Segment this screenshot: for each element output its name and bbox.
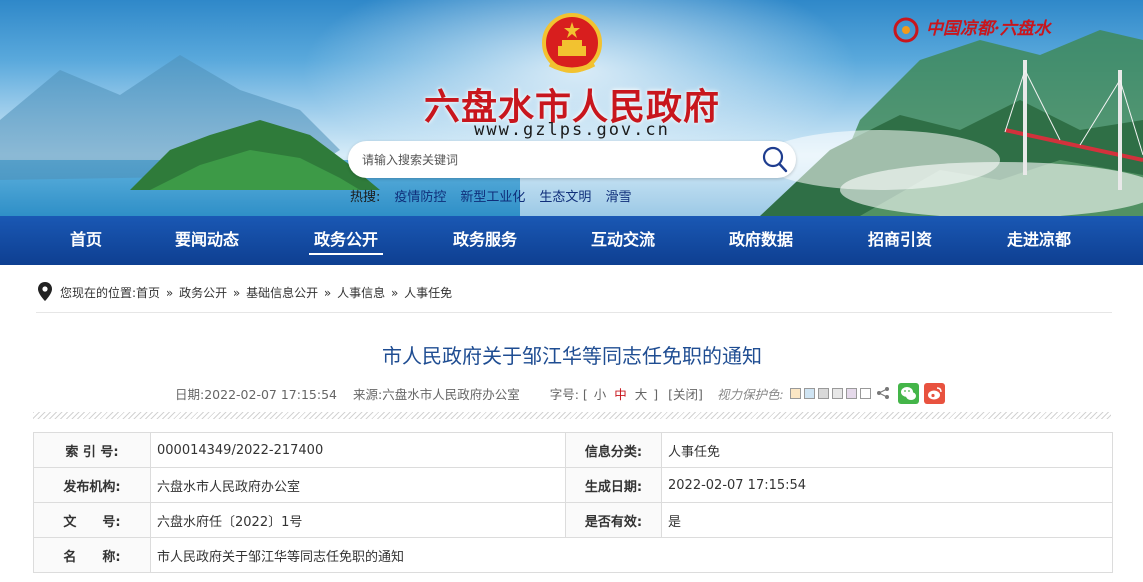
wechat-share-icon[interactable] [897, 382, 919, 404]
breadcrumb-link[interactable]: 首页 [136, 286, 160, 300]
hot-search-item[interactable]: 生态文明 [539, 186, 591, 206]
field-label: 是否有效: [565, 502, 662, 538]
eye-care-swatch[interactable] [789, 387, 801, 399]
breadcrumb-separator: » [390, 286, 399, 300]
font-size-large-button[interactable]: 大 [635, 387, 648, 402]
breadcrumb-link[interactable]: 政务公开 [179, 286, 227, 300]
nav-item-interaction[interactable]: 互动交流 [586, 216, 660, 265]
divider [33, 412, 1111, 419]
article-meta: 日期:2022-02-07 17:15:54 来源:六盘水市人民政府办公室 字号… [175, 382, 945, 404]
eye-care-label: 视力保护色: [716, 386, 784, 402]
breadcrumb-link[interactable]: 人事任免 [404, 286, 452, 300]
eye-care-swatch[interactable] [803, 387, 815, 399]
nav-item-news[interactable]: 要闻动态 [170, 216, 244, 265]
weibo-share-icon[interactable] [923, 382, 945, 404]
close-page-button[interactable]: [关闭] [668, 384, 703, 403]
eye-care-swatches [789, 387, 874, 399]
table-row: 名 称: 市人民政府关于邹江华等同志任免职的通知 [33, 537, 1113, 573]
location-pin-icon [38, 282, 52, 301]
table-row: 文 号: 六盘水府任〔2022〕1号 是否有效: 是 [33, 502, 1113, 538]
search-box [348, 141, 796, 178]
breadcrumb-link[interactable]: 人事信息 [337, 286, 385, 300]
font-size-medium-button[interactable]: 中 [614, 387, 627, 402]
nav-item-home[interactable]: 首页 [66, 216, 106, 265]
field-label: 文 号: [33, 502, 151, 538]
breadcrumb: 您现在的位置:首页 » 政务公开 » 基础信息公开 » 人事信息 » 人事任免 [36, 279, 1112, 313]
breadcrumb-prefix: 您现在的位置: [60, 286, 137, 300]
field-value: 六盘水府任〔2022〕1号 [150, 502, 566, 538]
main-nav: 首页 要闻动态 政务公开 政务服务 互动交流 政府数据 招商引资 走进凉都 [0, 216, 1143, 265]
share-icon[interactable] [876, 386, 890, 400]
field-label: 信息分类: [565, 432, 662, 468]
brand-slogan: 中国凉都·六盘水 [926, 19, 1051, 39]
search-input[interactable] [362, 141, 752, 178]
font-size-bracket: [ [582, 386, 588, 402]
breadcrumb-separator: » [323, 286, 332, 300]
publish-date: 日期:2022-02-07 17:15:54 [175, 386, 337, 402]
field-value: 市人民政府关于邹江华等同志任免职的通知 [150, 537, 1113, 573]
hot-search-item[interactable]: 新型工业化 [460, 186, 525, 206]
field-value: 人事任免 [661, 432, 1113, 468]
field-value: 2022-02-07 17:15:54 [661, 467, 1113, 503]
breadcrumb-separator: » [232, 286, 241, 300]
eye-care-swatch[interactable] [859, 387, 871, 399]
national-emblem-icon [542, 13, 602, 73]
breadcrumb-trail: 您现在的位置:首页 » 政务公开 » 基础信息公开 » 人事信息 » 人事任免 [60, 284, 452, 301]
breadcrumb-separator: » [165, 286, 174, 300]
field-label: 名 称: [33, 537, 151, 573]
font-size-bracket: ] [653, 386, 659, 402]
site-url: www.gzlps.gov.cn [474, 120, 670, 140]
hot-search-item[interactable]: 滑雪 [605, 186, 631, 206]
nav-item-gov-data[interactable]: 政府数据 [724, 216, 798, 265]
breadcrumb-link[interactable]: 基础信息公开 [246, 286, 318, 300]
table-row: 发布机构: 六盘水市人民政府办公室 生成日期: 2022-02-07 17:15… [33, 467, 1113, 503]
eye-care-swatch[interactable] [831, 387, 843, 399]
field-label: 索 引 号: [33, 432, 151, 468]
font-size-control: 字号: [ 小 中 大 ] [550, 384, 658, 403]
field-value: 000014349/2022-217400 [150, 432, 566, 468]
font-size-small-button[interactable]: 小 [594, 387, 607, 402]
field-value: 六盘水市人民政府办公室 [150, 467, 566, 503]
field-label: 生成日期: [565, 467, 662, 503]
nav-item-about-city[interactable]: 走进凉都 [1002, 216, 1076, 265]
search-icon[interactable] [760, 143, 790, 175]
field-value: 是 [661, 502, 1113, 538]
article-title: 市人民政府关于邹江华等同志任免职的通知 [382, 344, 762, 368]
article-source: 来源:六盘水市人民政府办公室 [352, 386, 520, 402]
nav-item-investment[interactable]: 招商引资 [863, 216, 937, 265]
table-row: 索 引 号: 000014349/2022-217400 信息分类: 人事任免 [33, 432, 1113, 468]
nav-item-gov-services[interactable]: 政务服务 [448, 216, 522, 265]
nav-item-gov-affairs-open[interactable]: 政务公开 [309, 216, 383, 265]
eye-care-swatch[interactable] [817, 387, 829, 399]
hot-search-item[interactable]: 疫情防控 [394, 186, 446, 206]
hot-search: 热搜: 疫情防控 新型工业化 生态文明 滑雪 [350, 186, 631, 206]
hot-search-label: 热搜: [350, 190, 381, 205]
document-info-table: 索 引 号: 000014349/2022-217400 信息分类: 人事任免 … [33, 432, 1113, 573]
field-label: 发布机构: [33, 467, 151, 503]
eye-care-swatch[interactable] [845, 387, 857, 399]
header-banner: 六盘水市人民政府 www.gzlps.gov.cn 中国凉都·六盘水 热搜: 疫… [0, 0, 1143, 216]
font-size-label: 字号: [549, 386, 579, 402]
